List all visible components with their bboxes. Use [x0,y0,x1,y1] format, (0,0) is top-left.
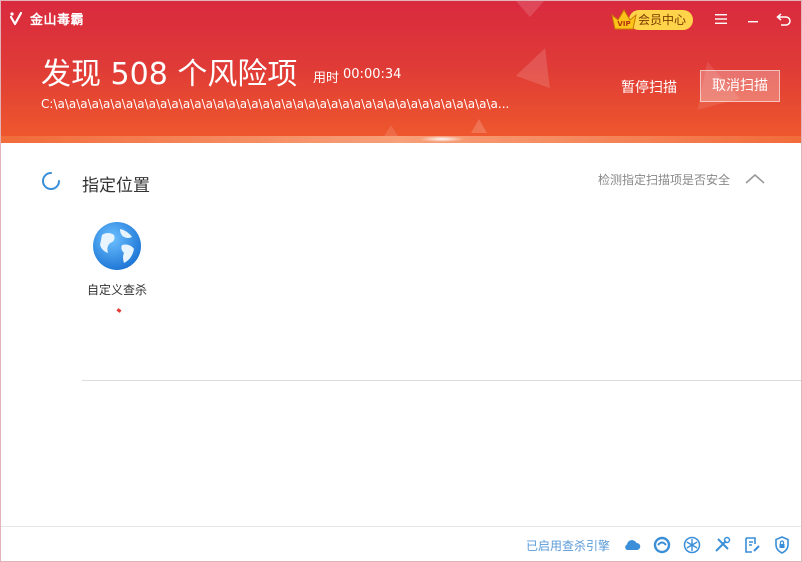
scan-time-value: 00:00:34 [343,67,402,82]
shield-lock-icon[interactable] [772,535,792,555]
vip-badge-text: VIP [617,20,630,28]
tools-icon[interactable] [712,535,732,555]
decor-triangle [515,41,563,89]
loading-spinner-icon [42,172,60,190]
scan-current-path: C:\a\a\a\a\a\a\a\a\a\a\a\a\a\a\a\a\a\a\a… [41,97,510,111]
menu-button[interactable] [710,9,732,29]
hamburger-icon [715,14,727,24]
collapse-button[interactable] [743,169,767,189]
item-status-mark [116,308,122,313]
document-edit-icon[interactable] [742,535,762,555]
section-divider [82,380,801,381]
decor-triangle [471,119,487,133]
minimize-button[interactable] [742,9,764,29]
engine-status-link[interactable]: 已启用查杀引擎 [526,537,610,554]
pause-scan-button[interactable]: 暂停扫描 [621,77,677,97]
scan-header: 金山毒霸 会员中心 VIP 发现 508 个风险项 用时 00:00:34 C:… [1,1,801,143]
snowflake-icon[interactable] [682,535,702,555]
scan-time-label: 用时 [313,71,340,86]
vip-center-button[interactable]: 会员中心 VIP [609,9,693,31]
swirl-engine-icon[interactable] [652,535,672,555]
status-footer: 已启用查杀引擎 [1,526,801,561]
brand-name: 金山毒霸 [30,13,85,28]
chevron-up-icon [745,173,765,184]
scan-progress-glow [419,136,465,142]
decor-triangle [516,1,544,17]
cancel-scan-button[interactable]: 取消扫描 [700,70,780,102]
back-arrow-icon [776,13,791,26]
section-note: 检测指定扫描项是否安全 [598,173,731,187]
section-title: 指定位置 [82,176,150,196]
globe-icon [93,222,141,270]
brand-logo-icon [9,11,23,25]
back-button[interactable] [773,9,795,29]
custom-scan-item[interactable]: 自定义查杀 [81,221,153,298]
vip-crown-icon: VIP [611,9,637,30]
scan-progress-strip [1,136,801,143]
scan-result-title: 发现 508 个风险项 [41,57,298,92]
brand: 金山毒霸 [8,9,84,28]
app-window: 金山毒霸 会员中心 VIP 发现 508 个风险项 用时 00:00:34 C:… [0,0,802,562]
custom-scan-label: 自定义查杀 [86,283,147,297]
scan-elapsed: 用时 00:00:34 [313,67,401,86]
cloud-icon[interactable] [622,535,642,555]
minimize-icon [748,21,758,23]
